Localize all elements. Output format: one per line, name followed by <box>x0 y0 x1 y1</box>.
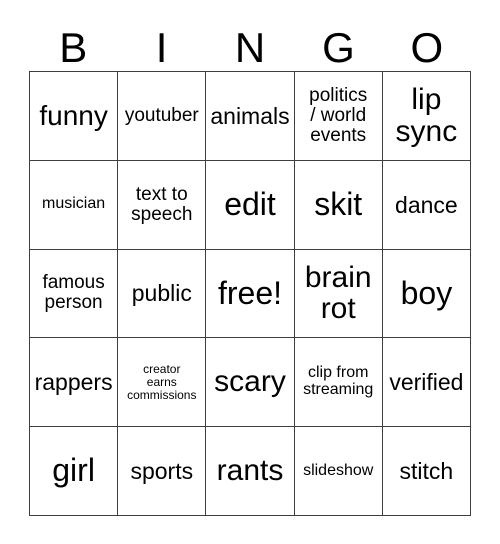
bingo-cell-label: funny <box>39 100 108 132</box>
bingo-cell-label: rappers <box>34 369 113 396</box>
bingo-cell[interactable]: musician <box>30 160 119 250</box>
bingo-cell[interactable]: dance <box>382 160 471 250</box>
bingo-cell[interactable]: stitch <box>382 427 471 516</box>
bingo-cell[interactable]: rants <box>206 427 295 516</box>
bingo-cell[interactable]: youtuber <box>118 72 207 161</box>
bingo-cell[interactable]: scary <box>206 338 295 428</box>
bingo-cell[interactable]: boy <box>382 249 471 339</box>
bingo-cell[interactable]: lip sync <box>382 72 471 161</box>
bingo-cell-label: sports <box>130 457 194 484</box>
bingo-cell-label: public <box>131 280 192 307</box>
bingo-cell-label: edit <box>224 185 276 222</box>
bingo-cell-label: clip from streaming <box>303 364 374 399</box>
bingo-cell[interactable]: verified <box>382 338 471 428</box>
bingo-header-letter-o: O <box>410 24 444 71</box>
bingo-header-row: B I N G O <box>29 14 471 71</box>
bingo-cell-free-space[interactable]: free! <box>206 249 295 339</box>
bingo-cell-label: famous person <box>42 272 105 314</box>
bingo-cell-label: animals <box>210 102 290 129</box>
bingo-cell-label: brain rot <box>304 260 372 326</box>
bingo-cell[interactable]: edit <box>206 160 295 250</box>
bingo-header-letter-g: G <box>322 24 355 71</box>
bingo-cell[interactable]: famous person <box>30 249 119 339</box>
bingo-cell-label: slideshow <box>303 461 374 479</box>
bingo-cell[interactable]: brain rot <box>294 249 383 339</box>
bingo-cell[interactable]: slideshow <box>294 427 383 516</box>
bingo-cell[interactable]: skit <box>294 160 383 250</box>
bingo-card: B I N G O funny youtuber animals politic… <box>0 0 500 544</box>
bingo-cell-label: lip sync <box>395 83 458 148</box>
bingo-cell-label: free! <box>217 274 282 311</box>
bingo-cell[interactable]: rappers <box>30 338 119 428</box>
bingo-grid: funny youtuber animals politics / world … <box>29 71 471 516</box>
bingo-cell-label: girl <box>52 452 95 489</box>
bingo-cell[interactable]: funny <box>30 72 119 161</box>
bingo-cell-label: skit <box>314 185 363 222</box>
bingo-cell[interactable]: creator earns commissions <box>118 338 207 428</box>
bingo-cell-label: rants <box>216 454 284 488</box>
bingo-cell-label: verified <box>389 369 464 396</box>
bingo-cell-label: musician <box>42 195 106 213</box>
bingo-cell[interactable]: sports <box>118 427 207 516</box>
bingo-cell-label: politics / world events <box>309 84 368 146</box>
bingo-cell[interactable]: girl <box>30 427 119 516</box>
bingo-cell-label: boy <box>400 274 453 311</box>
bingo-cell[interactable]: text to speech <box>118 160 207 250</box>
bingo-cell-label: youtuber <box>124 104 199 126</box>
bingo-cell-label: scary <box>214 365 286 399</box>
bingo-cell[interactable]: clip from streaming <box>294 338 383 428</box>
bingo-cell-label: stitch <box>399 457 454 484</box>
bingo-cell[interactable]: public <box>118 249 207 339</box>
bingo-cell[interactable]: animals <box>206 72 295 161</box>
bingo-cell-label: text to speech <box>131 183 193 225</box>
bingo-header-letter-b: B <box>59 24 88 71</box>
bingo-header-letter-i: I <box>155 24 168 71</box>
bingo-cell-label: creator earns commissions <box>127 362 197 402</box>
bingo-header-letter-n: N <box>234 24 266 71</box>
bingo-cell[interactable]: politics / world events <box>294 72 383 161</box>
bingo-cell-label: dance <box>395 191 458 218</box>
